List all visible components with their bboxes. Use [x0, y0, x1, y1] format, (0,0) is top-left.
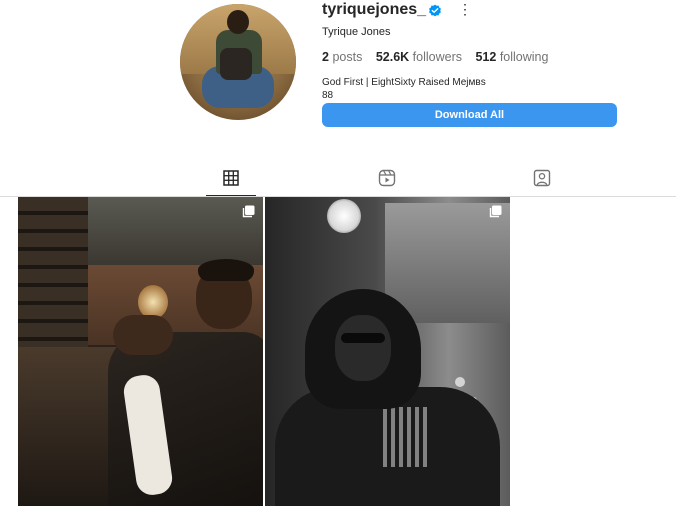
verified-badge-icon: [429, 4, 441, 17]
following-count: 512: [475, 50, 497, 64]
followers-label: followers: [412, 50, 462, 64]
multiple-posts-icon: [242, 205, 255, 218]
profile-bio: God First | EightSixty Raised Mејмвs 88: [322, 76, 486, 102]
profile-avatar[interactable]: [180, 4, 296, 120]
post-thumbnail-1[interactable]: [18, 197, 263, 506]
post-2-bokeh-light: [455, 377, 465, 387]
post-1-figure-hair: [198, 259, 254, 281]
post-2-window: [385, 203, 510, 323]
post-thumbnail-2[interactable]: [265, 197, 510, 506]
more-options-icon[interactable]: ⋮: [458, 2, 472, 17]
post-2-figure-glasses: [341, 333, 385, 343]
post-2-shirt-print: [383, 407, 431, 467]
bio-line-2: 88: [322, 90, 334, 101]
followers-count: 52.6K: [375, 50, 410, 64]
followers-stat[interactable]: 52.6K followers: [376, 50, 462, 64]
avatar-figure-head: [227, 10, 249, 34]
profile-full-name: Tyrique Jones: [322, 26, 391, 38]
profile-username: tyriquejones_: [322, 1, 427, 18]
post-2-light: [327, 199, 361, 233]
tagged-icon: [533, 169, 551, 187]
tab-tagged[interactable]: [517, 160, 567, 196]
grid-icon: [223, 169, 239, 186]
tab-reels[interactable]: [362, 160, 412, 196]
posts-label: posts: [332, 50, 363, 64]
download-all-button[interactable]: Download All: [322, 103, 617, 127]
following-label: following: [499, 50, 549, 64]
tab-posts-grid[interactable]: [206, 160, 256, 196]
post-1-figure-hands: [113, 315, 173, 355]
post-2-figure-face: [335, 315, 391, 381]
post-1-ceiling: [88, 197, 263, 267]
posts-stat: 2 posts: [322, 50, 362, 64]
post-1-shelf: [18, 197, 88, 347]
reels-icon: [378, 169, 396, 187]
profile-stats: 2 posts 52.6K followers 512 following: [322, 50, 558, 64]
multiple-posts-icon: [489, 205, 502, 218]
following-stat[interactable]: 512 following: [475, 50, 548, 64]
post-1-lamp: [138, 285, 168, 319]
posts-count: 2: [322, 50, 329, 64]
avatar-figure-bag: [220, 48, 252, 80]
profile-tabs: [0, 160, 676, 197]
bio-line-1: God First | EightSixty Raised Mејмвs: [322, 77, 486, 88]
